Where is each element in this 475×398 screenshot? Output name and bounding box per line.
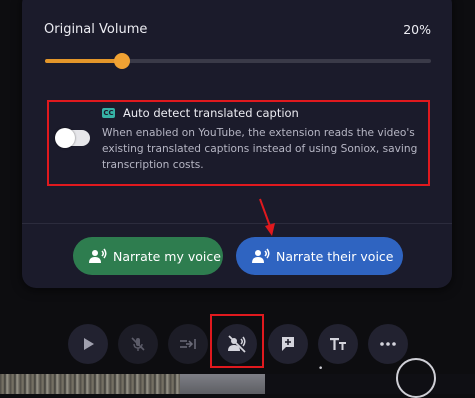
background-text-fragment: • (318, 364, 324, 374)
skip-to-button[interactable] (168, 324, 208, 364)
more-icon (380, 342, 396, 346)
play-button[interactable] (68, 324, 108, 364)
skip-to-icon (180, 339, 196, 349)
mic-off-icon (131, 337, 145, 351)
more-options-button[interactable] (368, 324, 408, 364)
add-comment-icon (282, 337, 294, 351)
text-size-icon (330, 338, 346, 350)
add-comment-button[interactable] (268, 324, 308, 364)
text-size-button[interactable] (318, 324, 358, 364)
highlight-box (210, 314, 264, 368)
mute-mic-button[interactable] (118, 324, 158, 364)
play-icon (84, 338, 94, 350)
video-thumbnail-detail (180, 374, 265, 394)
background-round-button[interactable] (396, 358, 436, 398)
